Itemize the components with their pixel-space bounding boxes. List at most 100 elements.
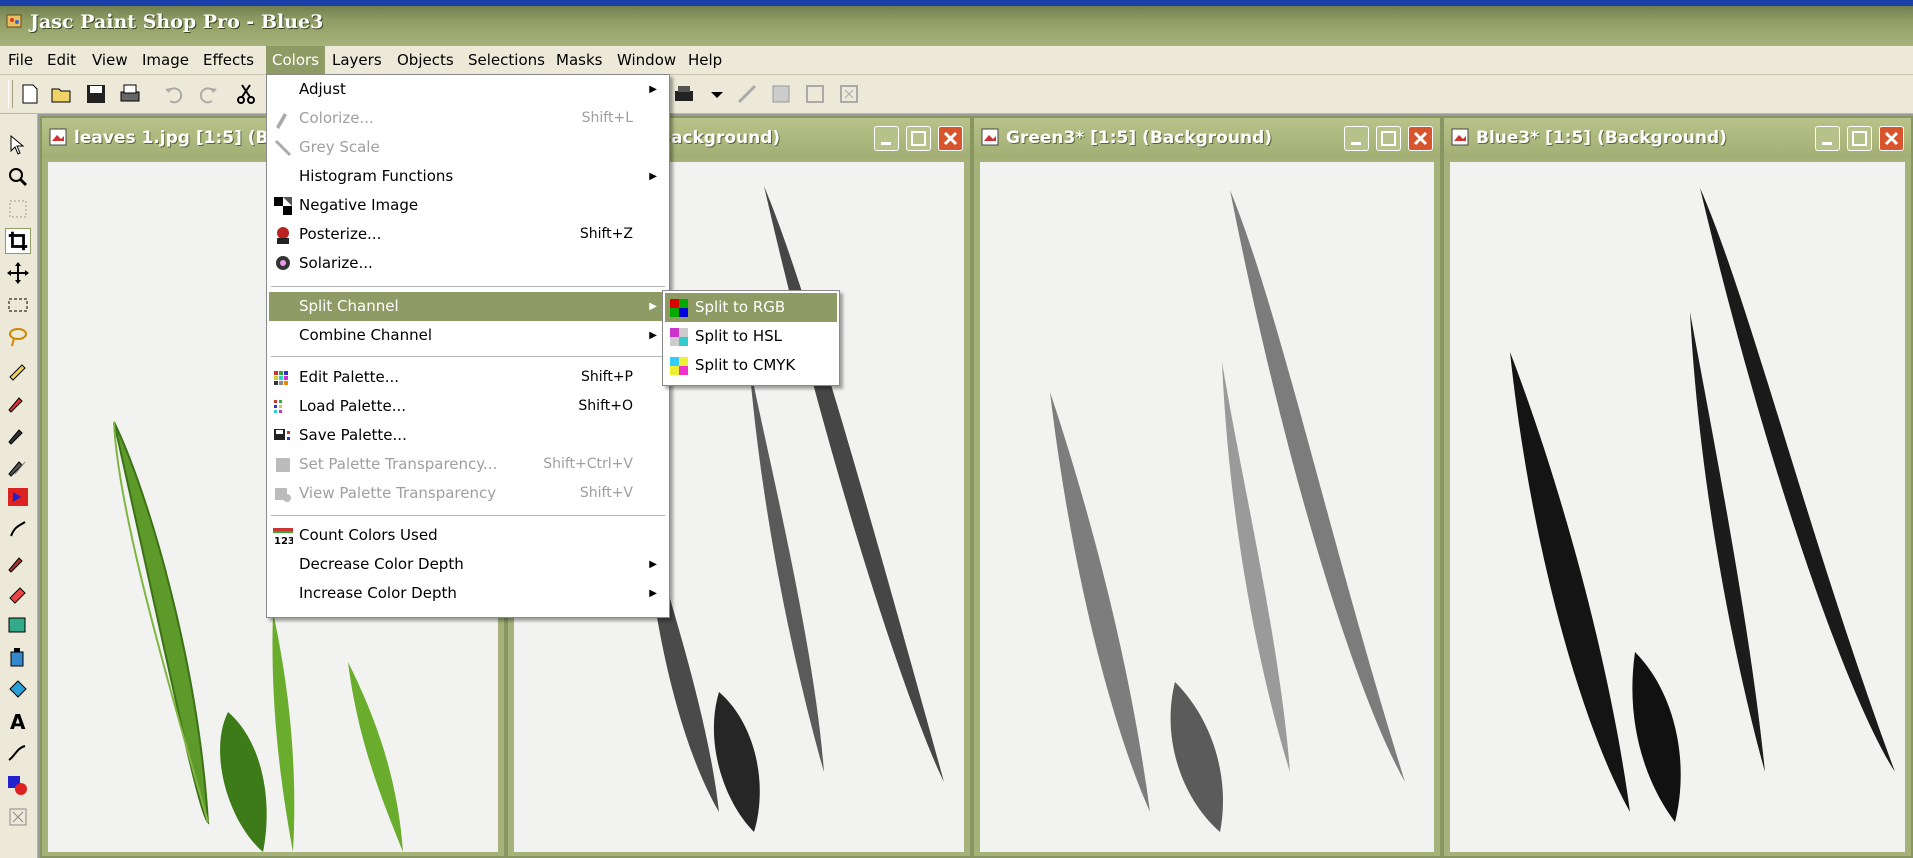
- split-rgb-icon: [670, 299, 688, 317]
- colorize-icon: [276, 113, 287, 129]
- image-doc-icon: [49, 128, 67, 146]
- save-icon[interactable]: [84, 82, 108, 106]
- minimize-button[interactable]: [874, 126, 899, 151]
- flood-fill-icon[interactable]: [5, 676, 31, 702]
- posterize-icon: [277, 227, 289, 244]
- text-tool-icon[interactable]: A: [5, 708, 31, 734]
- menu-item-split-channel[interactable]: Split Channel ▶: [269, 292, 667, 321]
- menu-item-posterize[interactable]: Posterize... Shift+Z: [269, 220, 667, 249]
- menu-item-adjust[interactable]: Adjust ▶: [269, 75, 667, 104]
- line-tool-icon: [737, 84, 757, 104]
- menu-image[interactable]: Image: [136, 46, 195, 74]
- menu-item-label: Split to CMYK: [695, 356, 796, 374]
- image-canvas[interactable]: [980, 162, 1434, 852]
- menu-item-label: Histogram Functions: [299, 167, 454, 185]
- menu-item-negative-image[interactable]: Negative Image: [269, 191, 667, 220]
- menu-effects[interactable]: Effects: [197, 46, 260, 74]
- menu-window[interactable]: Window: [611, 46, 682, 74]
- menu-item-load-palette[interactable]: Load Palette... Shift+O: [269, 392, 667, 421]
- menu-item-count-colors[interactable]: 123 Count Colors Used: [269, 521, 667, 550]
- menu-item-shortcut: Shift+V: [579, 485, 633, 501]
- airbrush-icon[interactable]: [5, 644, 31, 670]
- menu-edit[interactable]: Edit: [41, 46, 82, 74]
- menu-item-label: Split Channel: [299, 297, 399, 315]
- grey-scale-icon: [274, 139, 292, 157]
- doc-window-green3[interactable]: Green3* [1:5] (Background): [972, 116, 1442, 858]
- menu-layers[interactable]: Layers: [326, 46, 388, 74]
- menu-item-edit-palette[interactable]: Edit Palette... Shift+P: [269, 363, 667, 392]
- cut-icon[interactable]: [234, 82, 258, 106]
- doc-window-blue3[interactable]: Blue3* [1:5] (Background): [1442, 116, 1913, 858]
- zoom-tool-icon[interactable]: [5, 164, 31, 190]
- maximize-button[interactable]: [1847, 126, 1872, 151]
- close-button[interactable]: [938, 126, 963, 151]
- picture-tube-icon[interactable]: [5, 612, 31, 638]
- negative-image-icon: [274, 197, 292, 215]
- image-canvas[interactable]: [1450, 162, 1905, 852]
- menu-item-split-to-cmyk[interactable]: Split to CMYK: [665, 351, 837, 380]
- new-file-icon[interactable]: [18, 82, 42, 106]
- solarize-icon: [276, 256, 290, 270]
- menu-item-label: Count Colors Used: [299, 526, 438, 544]
- menu-item-grey-scale: Grey Scale: [269, 133, 667, 162]
- split-hsl-icon: [670, 328, 688, 346]
- menu-item-label: Edit Palette...: [299, 368, 400, 386]
- selection-tool-icon[interactable]: [5, 292, 31, 318]
- doc-title-bar[interactable]: Green3* [1:5] (Background): [974, 118, 1440, 158]
- menu-item-shortcut: Shift+O: [578, 398, 633, 414]
- menu-selections[interactable]: Selections: [462, 46, 551, 74]
- close-button[interactable]: [1408, 126, 1433, 151]
- minimize-button[interactable]: [1815, 126, 1840, 151]
- menu-item-increase-color-depth[interactable]: Increase Color Depth ▶: [269, 579, 667, 608]
- window-title: Jasc Paint Shop Pro - Blue3: [30, 11, 324, 33]
- minimize-button[interactable]: [1344, 126, 1369, 151]
- doc-title-bar[interactable]: Blue3* [1:5] (Background): [1444, 118, 1911, 158]
- menu-masks[interactable]: Masks: [550, 46, 608, 74]
- menu-file[interactable]: File: [2, 46, 39, 74]
- color-replacer-icon[interactable]: [5, 452, 31, 478]
- scratch-remover-icon[interactable]: [5, 516, 31, 542]
- deform-tool-icon[interactable]: [5, 196, 31, 222]
- open-folder-icon[interactable]: [50, 82, 74, 106]
- dropper-tool-icon[interactable]: [5, 356, 31, 382]
- menu-item-split-to-hsl[interactable]: Split to HSL: [665, 322, 837, 351]
- dropdown-arrow-icon[interactable]: [705, 82, 729, 106]
- draw-tool-icon[interactable]: [5, 740, 31, 766]
- menu-view[interactable]: View: [86, 46, 134, 74]
- menu-item-histogram-functions[interactable]: Histogram Functions ▶: [269, 162, 667, 191]
- crop-tool-icon[interactable]: [5, 228, 31, 254]
- preset-shapes-icon[interactable]: [5, 772, 31, 798]
- menu-item-label: Split to HSL: [695, 327, 783, 345]
- menu-item-save-palette[interactable]: Save Palette...: [269, 421, 667, 450]
- retouch-tool-icon[interactable]: [5, 484, 31, 510]
- freehand-selection-icon[interactable]: [5, 324, 31, 350]
- eraser-brush-icon[interactable]: [5, 548, 31, 574]
- arrow-tool-icon[interactable]: [5, 132, 31, 158]
- clone-brush-icon[interactable]: [5, 420, 31, 446]
- menu-colors[interactable]: Colors: [266, 46, 325, 74]
- menu-objects[interactable]: Objects: [391, 46, 460, 74]
- menu-item-shortcut: Shift+Ctrl+V: [543, 456, 633, 472]
- toolbar-grip[interactable]: [8, 80, 13, 108]
- paint-brush-icon[interactable]: [5, 388, 31, 414]
- menu-item-label: Grey Scale: [299, 138, 380, 156]
- eraser-tool-icon[interactable]: [5, 580, 31, 606]
- print-icon[interactable]: [118, 82, 142, 106]
- menu-item-decrease-color-depth[interactable]: Decrease Color Depth ▶: [269, 550, 667, 579]
- svg-text:123: 123: [274, 536, 293, 546]
- object-selector-icon[interactable]: [5, 804, 31, 830]
- move-tool-icon[interactable]: [5, 260, 31, 286]
- menu-item-solarize[interactable]: Solarize...: [269, 249, 667, 278]
- submenu-arrow-icon: ▶: [649, 301, 657, 312]
- maximize-button[interactable]: [1376, 126, 1401, 151]
- close-button[interactable]: [1879, 126, 1904, 151]
- menu-item-split-to-rgb[interactable]: Split to RGB: [665, 293, 837, 322]
- menu-item-combine-channel[interactable]: Combine Channel ▶: [269, 321, 667, 350]
- maximize-icon: [1852, 131, 1867, 146]
- scanner-icon[interactable]: [672, 82, 696, 106]
- redo-icon[interactable]: [196, 82, 220, 106]
- image-doc-icon: [981, 128, 999, 146]
- maximize-button[interactable]: [906, 126, 931, 151]
- menu-help[interactable]: Help: [682, 46, 728, 74]
- undo-icon[interactable]: [162, 82, 186, 106]
